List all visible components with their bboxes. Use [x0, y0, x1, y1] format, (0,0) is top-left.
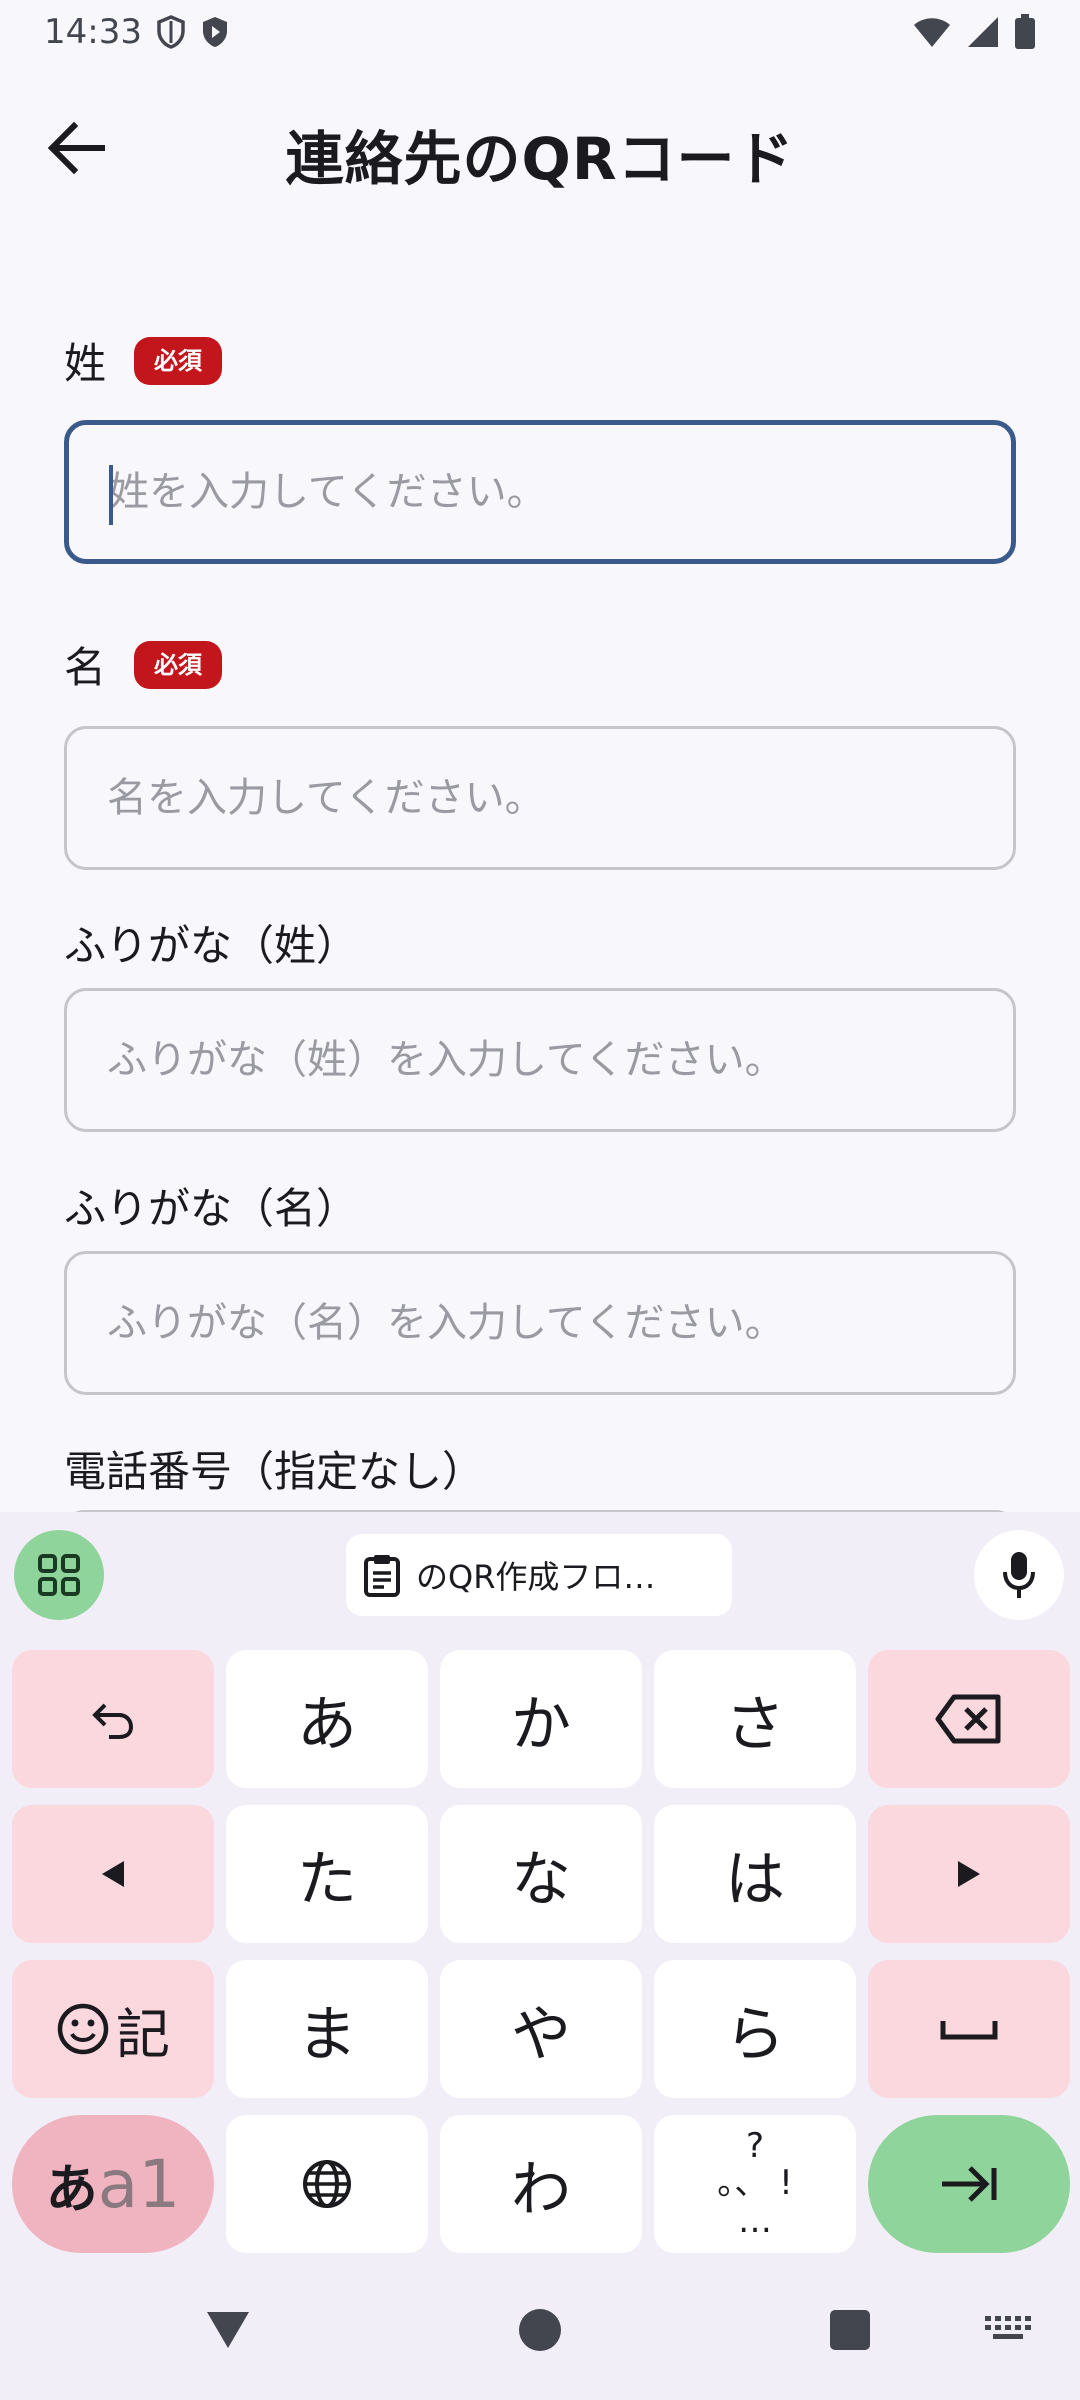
- punctuation-key[interactable]: ? 。、 ! …: [654, 2115, 856, 2253]
- required-badge: 必須: [134, 640, 223, 689]
- field-label-text: 姓: [64, 339, 107, 388]
- required-badge: 必須: [134, 336, 223, 385]
- page-title: 連絡先のQRコード: [285, 125, 795, 193]
- key-ka[interactable]: か: [440, 1650, 642, 1788]
- globe-icon: [303, 2160, 351, 2208]
- text-cursor: [109, 465, 113, 525]
- clipboard-text: のQR作成フロ…: [416, 1558, 656, 1596]
- soft-keyboard: のQR作成フロ… あ か さ た な は 記 ま や ら あ a1 わ ? 。、…: [0, 1512, 1080, 2400]
- smiley-icon: [57, 2003, 109, 2055]
- key-na[interactable]: な: [440, 1805, 642, 1943]
- status-bar: 14:33: [0, 0, 1080, 64]
- language-key[interactable]: [226, 2115, 428, 2253]
- last-name-input[interactable]: [64, 420, 1016, 564]
- furigana-last-input[interactable]: [64, 988, 1016, 1132]
- punct-bottom: …: [738, 2200, 772, 2241]
- voice-input-button[interactable]: [974, 1530, 1064, 1620]
- cursor-left-key[interactable]: [12, 1805, 214, 1943]
- key-ta[interactable]: た: [226, 1805, 428, 1943]
- first-name-input[interactable]: [64, 726, 1016, 870]
- microphone-icon: [1003, 1552, 1035, 1598]
- key-wa[interactable]: わ: [440, 2115, 642, 2253]
- wifi-icon: [912, 15, 952, 49]
- battery-icon: [1014, 14, 1036, 50]
- keyboard-apps-button[interactable]: [14, 1530, 104, 1620]
- key-ha[interactable]: は: [654, 1805, 856, 1943]
- keyboard-switch-button[interactable]: [978, 2304, 1038, 2354]
- shield-outline-icon: [156, 15, 186, 49]
- field-label-text: ふりがな（姓）: [64, 921, 359, 970]
- first-name-label: 名 必須: [64, 634, 223, 695]
- last-name-text[interactable]: [109, 469, 1011, 515]
- field-label-text: ふりがな（名）: [64, 1184, 359, 1233]
- shield-play-icon: [200, 15, 230, 49]
- undo-icon: [92, 1703, 134, 1739]
- furigana-last-text[interactable]: [107, 1037, 1013, 1083]
- undo-key[interactable]: [12, 1650, 214, 1788]
- status-time: 14:33: [44, 12, 142, 52]
- phone-label: 電話番号（指定なし）: [64, 1438, 484, 1499]
- backspace-key[interactable]: [868, 1650, 1070, 1788]
- signal-icon: [966, 15, 1000, 49]
- keyboard-icon: [985, 2316, 1031, 2339]
- square-icon: [830, 2310, 870, 2350]
- mode-kana-label: あ: [45, 2159, 98, 2220]
- triangle-down-icon: [207, 2312, 249, 2348]
- nav-back-button[interactable]: [198, 2300, 258, 2360]
- key-ya[interactable]: や: [440, 1960, 642, 2098]
- tab-arrow-icon: [942, 2166, 997, 2202]
- app-bar: 連絡先のQRコード: [0, 64, 1080, 232]
- space-key[interactable]: [868, 1960, 1070, 2098]
- key-sa[interactable]: さ: [654, 1650, 856, 1788]
- next-field-key[interactable]: [868, 2115, 1070, 2253]
- furigana-first-label: ふりがな（名）: [64, 1175, 358, 1236]
- arrow-right-icon: [958, 1861, 980, 1887]
- furigana-first-text[interactable]: [107, 1300, 1013, 1346]
- key-ma[interactable]: ま: [226, 1960, 428, 2098]
- clipboard-suggestion[interactable]: のQR作成フロ…: [346, 1534, 732, 1616]
- keyboard-toolbar: のQR作成フロ…: [0, 1512, 1080, 1632]
- nav-recents-button[interactable]: [820, 2300, 880, 2360]
- first-name-text[interactable]: [107, 775, 1013, 821]
- cursor-right-key[interactable]: [868, 1805, 1070, 1943]
- emoji-key-label: 記: [116, 2002, 170, 2066]
- nav-home-button[interactable]: [510, 2300, 570, 2360]
- last-name-label: 姓 必須: [64, 330, 223, 391]
- furigana-first-input[interactable]: [64, 1251, 1016, 1395]
- circle-icon: [519, 2309, 561, 2351]
- space-icon: [940, 2021, 998, 2040]
- grid-icon: [38, 1554, 80, 1596]
- punct-top: ?: [745, 2125, 765, 2166]
- key-a[interactable]: あ: [226, 1650, 428, 1788]
- field-label-text: 電話番号（指定なし）: [64, 1447, 485, 1496]
- mode-alpha-label: a1: [97, 2145, 181, 2223]
- field-label-text: 名: [64, 643, 107, 692]
- key-ra[interactable]: ら: [654, 1960, 856, 2098]
- furigana-last-label: ふりがな（姓）: [64, 912, 358, 973]
- arrow-left-icon: [102, 1861, 124, 1887]
- navigation-bar: [0, 2280, 1080, 2400]
- input-mode-key[interactable]: あ a1: [12, 2115, 214, 2253]
- emoji-symbol-key[interactable]: 記: [12, 1960, 214, 2098]
- punct-mid: 。、 !: [717, 2163, 793, 2204]
- clipboard-icon: [364, 1555, 400, 1597]
- backspace-icon: [935, 1694, 1001, 1744]
